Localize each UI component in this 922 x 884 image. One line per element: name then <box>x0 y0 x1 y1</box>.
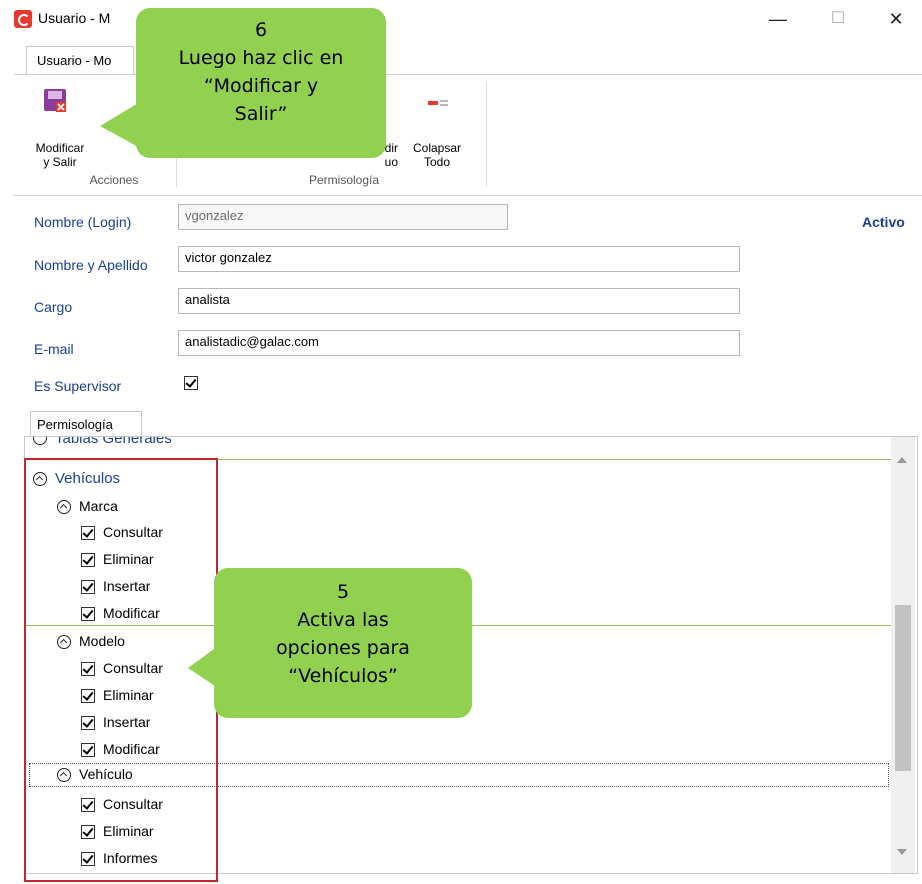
login-field[interactable]: vgonzalez <box>178 204 508 230</box>
save-exit-icon <box>44 89 66 112</box>
ribbon-separator <box>486 81 487 187</box>
scrollbar-thumb[interactable] <box>895 605 911 771</box>
tab-permisologia-label: Permisología <box>37 417 113 432</box>
minimize-button[interactable]: — <box>756 4 800 34</box>
collapse-icon[interactable] <box>33 437 47 445</box>
callout-step-6-number: 6 <box>254 19 268 41</box>
callout-step-6-text: Luego haz clic en “Modificar y Salir” <box>178 47 344 125</box>
colapsar-todo-label: Colapsar Todo <box>412 141 462 169</box>
modificar-salir-label: Modificar y Salir <box>35 141 85 169</box>
cargo-label: Cargo <box>34 299 73 315</box>
supervisor-checkbox[interactable] <box>184 376 198 390</box>
tree-node-tablas-generales[interactable]: Tablas Generales <box>55 437 172 447</box>
acciones-group-label: Acciones <box>89 173 139 187</box>
callout-step-5: 5 Activa las opciones para “Vehículos” <box>214 568 472 718</box>
email-label: E-mail <box>34 341 74 357</box>
supervisor-label: Es Supervisor <box>34 378 122 394</box>
callout-pointer <box>100 102 140 148</box>
email-field[interactable]: analistadic@galac.com <box>178 330 740 356</box>
vertical-scrollbar[interactable] <box>891 437 915 873</box>
tab-usuario-label: Usuario - Mo <box>37 53 112 68</box>
cargo-field[interactable]: analista <box>178 288 740 314</box>
close-button[interactable]: ✕ <box>874 4 918 34</box>
nombre-label: Nombre y Apellido <box>34 257 148 273</box>
callout-step-5-text: Activa las opciones para “Vehículos” <box>276 609 410 687</box>
maximize-button[interactable]: ☐ <box>816 4 860 34</box>
modificar-salir-button[interactable]: Modificar y Salir <box>28 85 92 175</box>
nombre-field[interactable]: victor gonzalez <box>178 246 740 272</box>
scroll-down-icon[interactable] <box>897 849 907 855</box>
login-label: Nombre (Login) <box>34 214 132 230</box>
tab-usuario[interactable]: Usuario - Mo <box>26 46 134 75</box>
app-logo-icon <box>14 10 32 28</box>
callout-step-5-number: 5 <box>336 581 350 603</box>
callout-step-6: 6 Luego haz clic en “Modificar y Salir” <box>136 8 386 158</box>
tab-permisologia[interactable]: Permisología <box>30 411 142 438</box>
permisologia-group-label: Permisología <box>308 173 380 187</box>
status-badge: Activo <box>862 214 905 230</box>
collapse-all-icon <box>428 100 448 106</box>
window-title: Usuario - M <box>38 10 111 26</box>
scroll-up-icon[interactable] <box>897 457 907 463</box>
colapsar-todo-button[interactable]: Colapsar Todo <box>406 85 468 175</box>
